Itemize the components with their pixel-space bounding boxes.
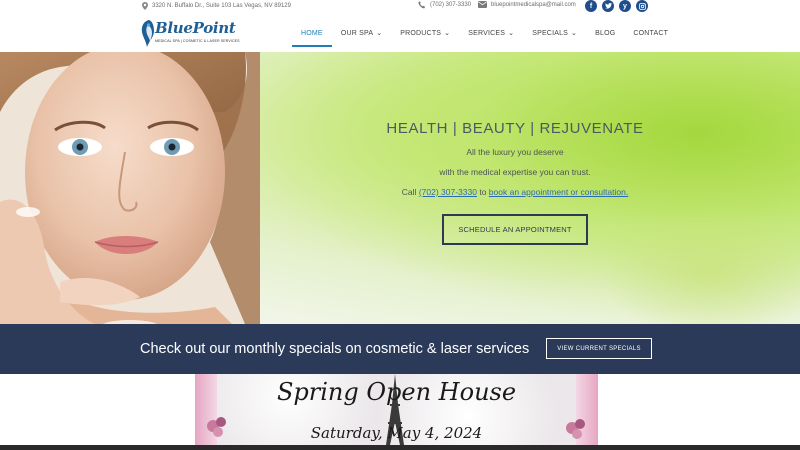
map-pin-icon bbox=[142, 2, 148, 10]
nav-item-our-spa[interactable]: OUR SPA ⌄ bbox=[332, 14, 391, 52]
view-specials-button[interactable]: VIEW CURRENT SPECIALS bbox=[546, 338, 652, 359]
chevron-down-icon: ⌄ bbox=[571, 29, 578, 37]
nav-item-services[interactable]: SERVICES ⌄ bbox=[459, 14, 523, 52]
chevron-down-icon: ⌄ bbox=[376, 29, 383, 37]
twitter-icon[interactable] bbox=[602, 0, 614, 12]
nav-label: SPECIALS bbox=[532, 29, 569, 37]
hero-subtitle-line-1: All the luxury you deserve bbox=[466, 147, 564, 157]
social-links: f y bbox=[585, 0, 648, 12]
phone-text: (702) 307-3330 bbox=[430, 2, 472, 8]
call-mid: to bbox=[479, 187, 487, 197]
specials-text: Check out our monthly specials on cosmet… bbox=[140, 341, 530, 357]
chevron-down-icon: ⌄ bbox=[444, 29, 451, 37]
hero-title: HEALTH | BEAUTY | REJUVENATE bbox=[386, 120, 644, 137]
nav-label: BLOG bbox=[595, 29, 616, 37]
specials-band: Check out our monthly specials on cosmet… bbox=[0, 324, 800, 374]
site-header: BluePoint MEDICAL SPA | COSMETIC & LASER… bbox=[0, 14, 800, 52]
hero-portrait-image bbox=[0, 52, 260, 324]
nav-label: CONTACT bbox=[633, 29, 669, 37]
banner-date: Saturday, May 4, 2024 bbox=[310, 424, 483, 442]
hero-subtitle-line-2: with the medical expertise you can trust… bbox=[439, 167, 591, 177]
nav-item-products[interactable]: PRODUCTS ⌄ bbox=[391, 14, 459, 52]
open-house-banner[interactable]: Spring Open House Saturday, May 4, 2024 bbox=[195, 374, 598, 445]
nav-item-specials[interactable]: SPECIALS ⌄ bbox=[523, 14, 586, 52]
banner-title: Spring Open House bbox=[276, 378, 517, 406]
brand-name: BluePoint bbox=[155, 19, 236, 37]
book-appointment-link[interactable]: book an appointment or consultation. bbox=[489, 187, 628, 197]
logo[interactable]: BluePoint MEDICAL SPA | COSMETIC & LASER… bbox=[140, 18, 248, 50]
nav-label: PRODUCTS bbox=[400, 29, 442, 37]
nav-label: OUR SPA bbox=[340, 29, 374, 37]
email-text: bluepointmedicalspa@mail.com bbox=[491, 1, 576, 8]
phone-icon bbox=[418, 1, 426, 9]
yelp-icon[interactable]: y bbox=[619, 0, 631, 12]
call-prefix: Call bbox=[401, 187, 417, 197]
chevron-down-icon: ⌄ bbox=[508, 29, 515, 37]
nav-label: SERVICES bbox=[468, 29, 506, 37]
mail-icon bbox=[478, 1, 487, 8]
address-text: 3320 N. Buffalo Dr., Suite 103 Las Vegas… bbox=[152, 3, 291, 9]
nav-item-home[interactable]: HOME bbox=[292, 14, 332, 52]
hero-call-line: Call (702) 307-3330 to book an appointme… bbox=[340, 187, 690, 197]
logo-mark-icon bbox=[141, 20, 154, 47]
hero-section: HEALTH | BEAUTY | REJUVENATE All the lux… bbox=[0, 52, 800, 324]
hero-text: HEALTH | BEAUTY | REJUVENATE All the lux… bbox=[340, 120, 690, 245]
top-info-bar: 3320 N. Buffalo Dr., Suite 103 Las Vegas… bbox=[0, 0, 800, 14]
nav-label: HOME bbox=[301, 29, 323, 37]
schedule-appointment-button[interactable]: SCHEDULE AN APPOINTMENT bbox=[442, 214, 588, 245]
hero-phone-link[interactable]: (702) 307-3330 bbox=[419, 187, 477, 197]
email-link[interactable]: bluepointmedicalspa@mail.com bbox=[478, 1, 576, 8]
facebook-icon[interactable]: f bbox=[585, 0, 597, 12]
phone-link[interactable]: (702) 307-3330 bbox=[418, 1, 471, 9]
address: 3320 N. Buffalo Dr., Suite 103 Las Vegas… bbox=[142, 2, 291, 10]
nav-item-contact[interactable]: CONTACT bbox=[624, 14, 677, 52]
instagram-icon[interactable] bbox=[636, 0, 648, 12]
brand-tagline: MEDICAL SPA | COSMETIC & LASER SERVICES bbox=[155, 39, 240, 43]
bottom-strip bbox=[0, 445, 800, 450]
nav-item-blog[interactable]: BLOG bbox=[586, 14, 624, 52]
main-nav: HOME OUR SPA ⌄ PRODUCTS ⌄ SERVICES ⌄ SPECIA… bbox=[292, 14, 677, 52]
